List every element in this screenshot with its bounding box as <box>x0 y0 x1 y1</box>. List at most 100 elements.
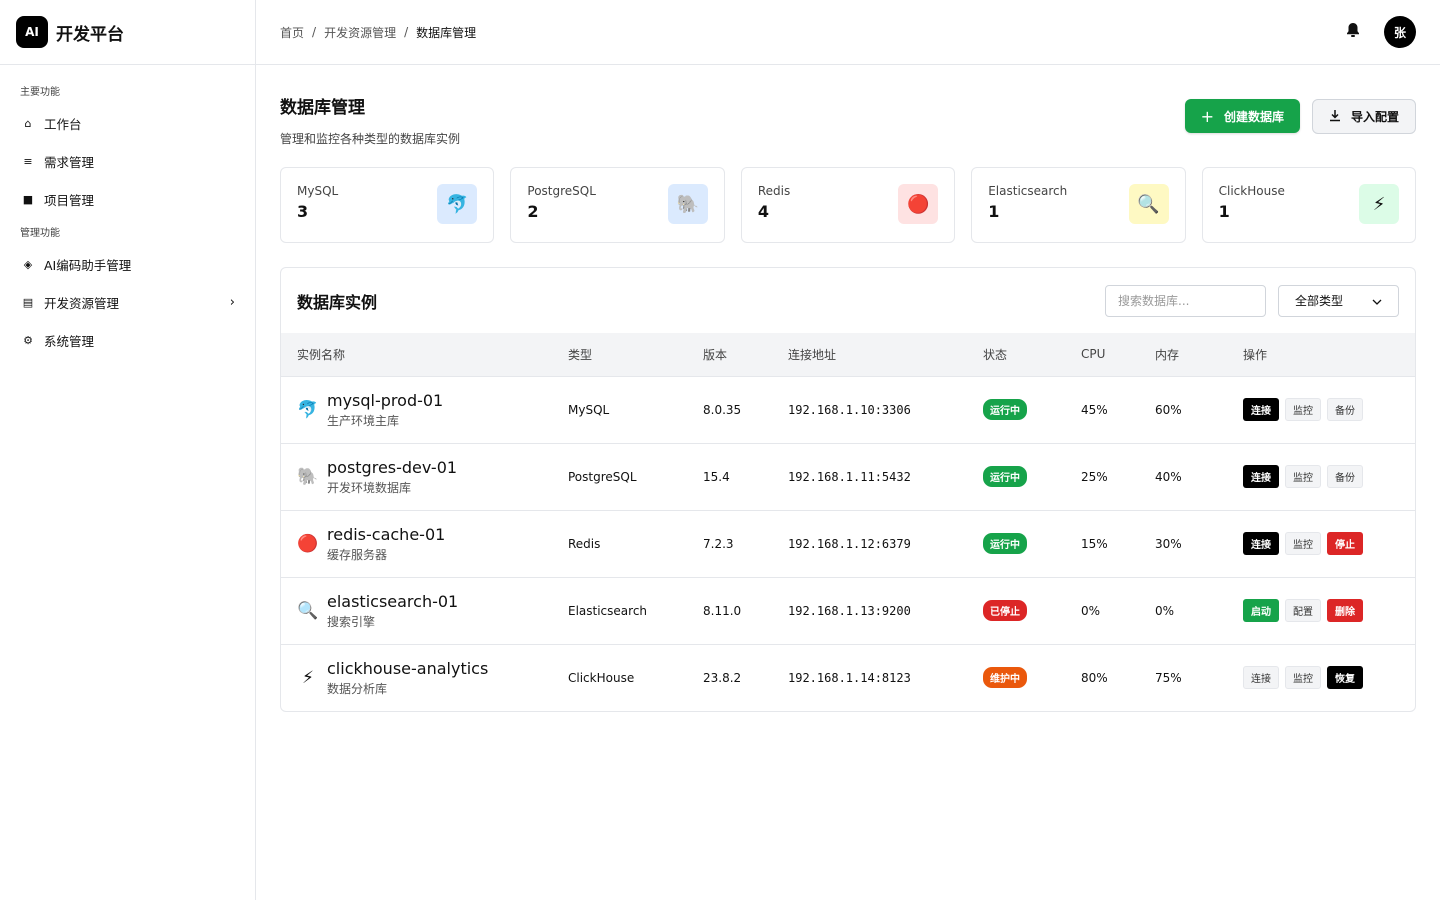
stat-count: 1 <box>988 202 1000 221</box>
operation-button[interactable]: 配置 <box>1285 599 1321 622</box>
memory-cell: 30% <box>1155 536 1182 551</box>
operation-button[interactable]: 连接 <box>1243 398 1279 421</box>
operation-button[interactable]: 启动 <box>1243 599 1279 622</box>
stat-name: PostgreSQL <box>527 184 596 198</box>
memory-cell: 60% <box>1155 402 1182 417</box>
stat-name: ClickHouse <box>1218 184 1285 198</box>
search-input[interactable] <box>1105 284 1266 317</box>
type-cell: Redis <box>568 536 601 551</box>
panel-title: 数据库实例 <box>297 292 378 312</box>
instance-info: 🐘 postgres-dev-01 开发环境数据库 <box>297 458 536 496</box>
operation-button[interactable]: 连接 <box>1243 465 1279 488</box>
stat-text: Elasticsearch 1 <box>988 184 1067 221</box>
instance-cell: 🔴 redis-cache-01 缓存服务器 <box>281 510 552 577</box>
list-icon: ≡ <box>23 154 33 168</box>
version-cell: 7.2.3 <box>703 536 734 551</box>
instance-name[interactable]: clickhouse-analytics <box>327 659 488 678</box>
status-cell: 已停止 <box>967 577 1065 644</box>
instance-name[interactable]: redis-cache-01 <box>327 525 445 544</box>
instances-panel: 数据库实例 全部类型 实例名称 类型 版本 连接地址 状态 CPU 内存 操作 <box>280 267 1416 712</box>
operation-button[interactable]: 连接 <box>1243 532 1279 555</box>
instance-name[interactable]: mysql-prod-01 <box>327 391 443 410</box>
memory-cell: 75% <box>1155 670 1182 685</box>
sidebar-item[interactable]: ■ 项目管理 <box>12 180 243 218</box>
instance-text: clickhouse-analytics 数据分析库 <box>327 659 488 697</box>
operation-button[interactable]: 备份 <box>1327 398 1363 421</box>
chevron-down-icon <box>1372 294 1382 308</box>
operations-cell: 连接 监控 停止 <box>1227 510 1415 577</box>
sidebar-item-label: 开发资源管理 <box>44 295 120 311</box>
instance-info: 🔴 redis-cache-01 缓存服务器 <box>297 525 536 563</box>
operation-button[interactable]: 监控 <box>1285 465 1321 488</box>
stat-count: 1 <box>1218 202 1230 221</box>
sidebar-item[interactable]: ≡ 需求管理 <box>12 142 243 180</box>
operation-button[interactable]: 监控 <box>1285 532 1321 555</box>
operation-button[interactable]: 备份 <box>1327 465 1363 488</box>
instance-text: postgres-dev-01 开发环境数据库 <box>327 458 457 496</box>
instance-name[interactable]: elasticsearch-01 <box>327 592 458 611</box>
table-row[interactable]: 🔍 elasticsearch-01 搜索引擎 Elasticsearch 8.11.0… <box>281 577 1415 644</box>
stat-count: 3 <box>297 202 309 221</box>
table-row[interactable]: 🔴 redis-cache-01 缓存服务器 Redis 7.2.3 192.168.1.… <box>281 510 1415 577</box>
briefcase-icon: ■ <box>22 192 34 206</box>
brand[interactable]: AI 开发平台 <box>0 0 255 65</box>
stat-text: Redis 4 <box>758 184 790 221</box>
cpu-cell: 15% <box>1081 536 1108 551</box>
db-type-icon: 🐘 <box>297 466 319 487</box>
sidebar-item[interactable]: ◈ AI编码助手管理 <box>12 245 243 283</box>
address-cell: 192.168.1.10:3306 <box>788 402 911 417</box>
breadcrumb-separator: / <box>312 25 317 39</box>
operation-button[interactable]: 连接 <box>1243 666 1279 690</box>
create-database-button[interactable]: + 创建数据库 <box>1184 99 1300 133</box>
column-header: 实例名称 <box>297 347 346 362</box>
bell-icon[interactable] <box>1346 22 1360 42</box>
topbar-actions: 张 <box>1346 16 1416 48</box>
page-header: 数据库管理 管理和监控各种类型的数据库实例 + 创建数据库 导入配置 <box>280 89 1416 167</box>
stat-name: Redis <box>757 184 791 198</box>
sidebar-item[interactable]: ⌂ 工作台 <box>12 104 243 142</box>
breadcrumb-current: 数据库管理 <box>416 25 477 40</box>
instance-description: 开发环境数据库 <box>327 480 412 495</box>
stat-card[interactable]: Redis 4 🔴 <box>740 167 956 243</box>
import-config-button[interactable]: 导入配置 <box>1311 99 1416 134</box>
instance-info: 🔍 elasticsearch-01 搜索引擎 <box>297 592 536 630</box>
operation-button[interactable]: 恢复 <box>1327 666 1363 690</box>
brand-name: 开发平台 <box>56 24 124 45</box>
column-header: 版本 <box>703 347 728 362</box>
table-row[interactable]: 🐬 mysql-prod-01 生产环境主库 MySQL 8.0.35 192.168.1… <box>281 376 1415 443</box>
breadcrumb-home[interactable]: 首页 <box>280 24 304 41</box>
stat-card[interactable]: ClickHouse 1 ⚡ <box>1201 167 1417 243</box>
table-row[interactable]: 🐘 postgres-dev-01 开发环境数据库 PostgreSQL 15.4 192… <box>281 443 1415 510</box>
stat-text: ClickHouse 1 <box>1219 184 1285 221</box>
type-cell: Elasticsearch <box>568 603 648 618</box>
sidebar-item[interactable]: ⚙ 系统管理 <box>12 321 243 359</box>
db-type-icon: 🔍 <box>1128 184 1169 224</box>
sidebar-item[interactable]: ▤ 开发资源管理 › <box>12 283 243 321</box>
column-header: 类型 <box>568 347 593 362</box>
operation-button[interactable]: 删除 <box>1327 599 1363 622</box>
instance-cell: 🐬 mysql-prod-01 生产环境主库 <box>281 376 552 443</box>
operation-button[interactable]: 监控 <box>1285 398 1321 421</box>
db-type-icon: 🐬 <box>297 399 319 420</box>
instance-cell: 🔍 elasticsearch-01 搜索引擎 <box>281 577 552 644</box>
stat-card[interactable]: Elasticsearch 1 🔍 <box>971 167 1186 243</box>
operation-button[interactable]: 监控 <box>1285 666 1321 690</box>
status-cell: 维护中 <box>967 644 1065 711</box>
shield-icon: ◈ <box>23 257 33 271</box>
resource-icon: ▤ <box>22 295 34 309</box>
nav-section-main: 主要功能 <box>20 87 60 98</box>
instance-text: elasticsearch-01 搜索引擎 <box>327 592 458 630</box>
type-filter-select[interactable]: 全部类型 <box>1278 284 1399 317</box>
db-type-icon: 🔍 <box>297 600 319 621</box>
address-cell: 192.168.1.13:9200 <box>788 603 911 618</box>
operation-button[interactable]: 停止 <box>1327 532 1363 555</box>
breadcrumb-parent[interactable]: 开发资源管理 <box>324 24 396 41</box>
stat-count: 2 <box>527 202 539 221</box>
instance-description: 搜索引擎 <box>327 614 376 629</box>
main-area: 首页 / 开发资源管理 / 数据库管理 张 数据库管理 管理和监控各种类型的数据… <box>256 0 1440 900</box>
stat-card[interactable]: MySQL 3 🐬 <box>280 167 495 243</box>
avatar[interactable]: 张 <box>1384 16 1416 48</box>
instance-name[interactable]: postgres-dev-01 <box>327 458 457 477</box>
table-row[interactable]: ⚡ clickhouse-analytics 数据分析库 ClickHouse 23.8… <box>281 644 1415 711</box>
stat-card[interactable]: PostgreSQL 2 🐘 <box>510 167 725 243</box>
